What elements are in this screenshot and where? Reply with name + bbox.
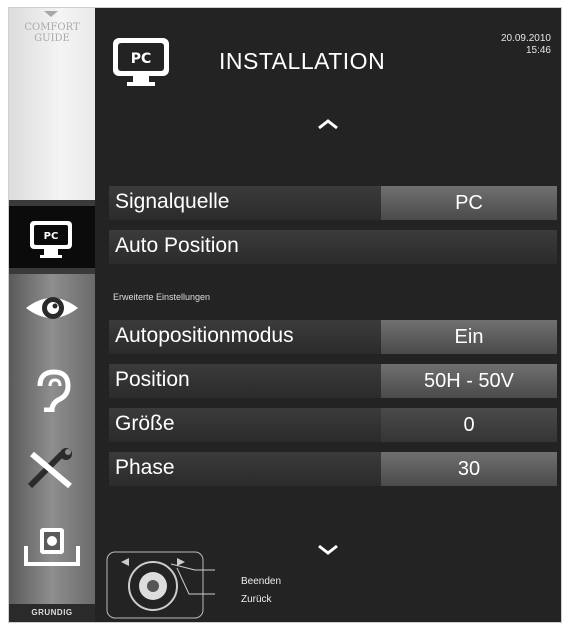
comfort-guide-label: COMFORT GUIDE [24,22,80,44]
ear-icon[interactable] [22,368,82,412]
sidebar-menu-group [9,274,95,604]
installation-panel: PC INSTALLATION 20.09.2010 15:46 Signalq… [95,8,561,622]
tv-menu-window: COMFORT GUIDE PC GRUNDIG PC INSTALLATION… [8,7,562,623]
sidebar: COMFORT GUIDE PC GRUNDIG [9,8,95,622]
legend-back: Zurück [241,594,272,605]
svg-text:PC: PC [131,51,152,67]
setting-value[interactable]: 50H - 50V [381,364,557,398]
remote-navigation-icon [106,551,215,619]
signal-source-label: Signalquelle [115,190,230,213]
page-title: INSTALLATION [219,48,386,74]
brand-logo: GRUNDIG [9,604,95,622]
menu-row-size[interactable]: Größe 0 [109,408,557,442]
auto-position-label: Auto Position [115,234,239,257]
setting-value[interactable]: Ein [381,320,557,354]
signal-source-value[interactable]: PC [381,186,557,220]
tools-icon[interactable] [22,446,82,490]
menu-row-auto-position[interactable]: Auto Position [109,230,557,264]
datetime: 20.09.2010 15:46 [501,33,551,57]
setting-label: Position [115,368,190,391]
setting-value[interactable]: 30 [381,452,557,486]
pc-icon: PC [113,38,169,86]
setting-label: Größe [115,412,175,435]
menu-row-phase[interactable]: Phase 30 [109,452,557,486]
source-icon[interactable] [22,524,82,568]
scroll-down-icon[interactable] [317,544,339,556]
menu-row-signal-source[interactable]: Signalquelle PC [109,186,557,220]
eye-icon[interactable] [22,286,82,330]
time-text: 15:46 [525,45,551,56]
section-title: Erweiterte Einstellungen [113,292,211,302]
pc-icon: PC [30,221,72,258]
svg-text:PC: PC [44,231,59,242]
menu-row-autoposition-mode[interactable]: Autopositionmodus Ein [109,320,557,354]
setting-value[interactable]: 0 [381,408,557,442]
sidebar-item-pc[interactable]: PC [9,206,95,268]
setting-label: Phase [115,456,175,479]
menu-row-position[interactable]: Position 50H - 50V [109,364,557,398]
comfort-guide-tab[interactable]: COMFORT GUIDE [9,8,95,200]
setting-label: Autopositionmodus [115,324,294,347]
date-text: 20.09.2010 [500,33,551,44]
legend-exit: Beenden [241,576,282,587]
arrow-up-icon [44,11,58,17]
scroll-up-icon[interactable] [317,118,339,130]
